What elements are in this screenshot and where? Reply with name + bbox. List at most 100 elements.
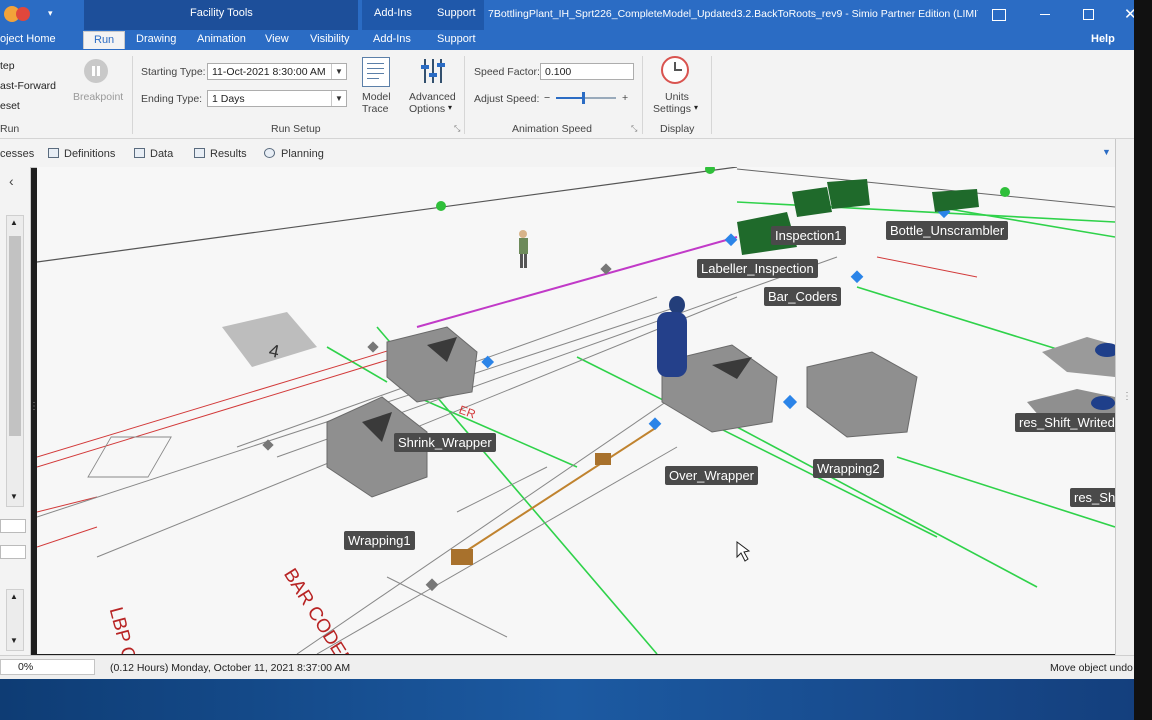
node xyxy=(436,201,446,211)
units-settings-icon[interactable] xyxy=(661,56,689,84)
library-panel: ‹ ▲ ▼ ▲ ▼ ⋮ xyxy=(0,167,39,655)
tab-run[interactable]: Run xyxy=(83,31,126,49)
speed-slider-thumb[interactable] xyxy=(582,92,585,104)
collapse-panel-icon[interactable]: ‹ xyxy=(9,173,14,189)
adjust-speed-label: Adjust Speed: xyxy=(474,93,540,105)
label-wrapping2[interactable]: Wrapping2 xyxy=(813,459,884,478)
reset-button[interactable]: eset xyxy=(0,100,20,112)
fast-forward-button[interactable]: ast-Forward xyxy=(0,80,56,92)
tab-view[interactable]: View xyxy=(265,33,289,45)
tab-drawing[interactable]: Drawing xyxy=(136,33,176,45)
scrollbar-thumb[interactable] xyxy=(9,236,21,436)
quick-access-dropdown-icon[interactable]: ▾ xyxy=(48,8,53,19)
floor-path-lines xyxy=(37,256,838,654)
chevron-down-icon[interactable]: ▼ xyxy=(10,492,18,501)
desktop-taskbar xyxy=(0,679,1134,720)
worker-figure xyxy=(519,230,528,268)
tab-results[interactable]: Results xyxy=(210,148,247,160)
facility-3d-view[interactable]: 4 ER BAR CODER LBP C Inspection1 Bottle_… xyxy=(37,167,1115,654)
starting-type-value: 11-Oct-2021 8:30:00 AM xyxy=(212,66,326,78)
run-setup-group-label: Run Setup xyxy=(271,123,321,135)
restore-icon[interactable] xyxy=(1083,9,1094,20)
chevron-down-icon[interactable]: ▼ xyxy=(331,64,346,79)
chevron-down-icon[interactable]: ▾ xyxy=(694,103,698,112)
box-entity xyxy=(595,453,611,465)
label-bottle-unscrambler[interactable]: Bottle_Unscrambler xyxy=(886,221,1009,240)
window-title: 7BottlingPlant_IH_Sprt226_CompleteModel_… xyxy=(488,8,978,20)
tab-support[interactable]: Support xyxy=(437,33,476,45)
magenta-path xyxy=(416,236,738,328)
label-res-shift-writed[interactable]: res_Shift_Writed xyxy=(1015,413,1115,432)
ending-type-field[interactable]: 1 Days ▼ xyxy=(207,90,347,107)
tab-definitions[interactable]: Definitions xyxy=(64,148,115,160)
speed-factor-input[interactable]: 0.100 xyxy=(540,63,634,80)
ribbon-separator xyxy=(711,56,712,134)
screen-edge xyxy=(1134,0,1152,720)
tab-processes[interactable]: cesses xyxy=(0,148,34,160)
chevron-up-icon[interactable]: ▲ xyxy=(10,218,18,227)
status-hint: Move object undo xyxy=(1050,662,1133,674)
advanced-options-icon[interactable] xyxy=(418,57,446,85)
chevron-down-icon[interactable]: ▼ xyxy=(10,636,18,645)
dialog-launcher-icon[interactable]: ⤡ xyxy=(631,124,637,134)
label-shrink-wrapper[interactable]: Shrink_Wrapper xyxy=(394,433,496,452)
tab-animation[interactable]: Animation xyxy=(197,33,246,45)
starting-type-label: Starting Type: xyxy=(141,66,206,78)
run-group-label: Run xyxy=(0,123,20,135)
panel-item[interactable] xyxy=(0,545,26,559)
label-over-wrapper[interactable]: Over_Wrapper xyxy=(665,466,759,485)
advanced-options-label-2[interactable]: Options xyxy=(409,103,445,115)
mouse-cursor-icon xyxy=(736,541,751,562)
tab-visibility[interactable]: Visibility xyxy=(310,33,350,45)
label-wrapping1[interactable]: Wrapping1 xyxy=(344,531,415,550)
display-group-label: Display xyxy=(660,123,695,135)
label-inspection1[interactable]: Inspection1 xyxy=(771,226,846,245)
label-labeller-inspection[interactable]: Labeller_Inspection xyxy=(697,259,818,278)
breakpoint-button[interactable]: Breakpoint xyxy=(73,91,123,103)
stop-icon[interactable] xyxy=(16,7,30,21)
ending-type-label: Ending Type: xyxy=(141,93,203,105)
speed-slider-track[interactable] xyxy=(556,92,616,104)
planning-icon xyxy=(264,148,275,158)
units-label-2[interactable]: Settings xyxy=(653,103,691,115)
tab-data[interactable]: Data xyxy=(150,148,173,160)
ribbon-separator xyxy=(642,56,643,134)
breakpoint-icon[interactable] xyxy=(84,59,108,83)
starting-type-field[interactable]: 11-Oct-2021 8:30:00 AM ▼ xyxy=(207,63,347,80)
model-trace-icon[interactable] xyxy=(362,57,390,87)
speed-plus-button[interactable]: + xyxy=(622,92,628,104)
units-label-1[interactable]: Units xyxy=(665,91,689,103)
progress-box: 0% xyxy=(0,659,95,675)
chevron-down-icon[interactable]: ▾ xyxy=(448,103,452,112)
chevron-down-icon[interactable]: ▼ xyxy=(331,91,346,106)
minimize-icon[interactable] xyxy=(1040,14,1050,15)
ending-type-value: 1 Days xyxy=(212,93,245,105)
panel-scrollbar[interactable]: ▲ ▼ xyxy=(6,589,24,651)
panel-scrollbar[interactable]: ▲ ▼ xyxy=(6,215,24,507)
ribbon-display-options-icon[interactable] xyxy=(992,9,1006,21)
splitter-grip-icon[interactable]: ⋮ xyxy=(1122,391,1132,402)
grey-nodes xyxy=(262,263,612,592)
panel-item[interactable] xyxy=(0,519,26,533)
machine-block xyxy=(386,326,478,403)
tab-project-home[interactable]: oject Home xyxy=(0,33,56,45)
model-trace-label-1[interactable]: Model xyxy=(362,91,391,103)
label-res-sh[interactable]: res_Sh xyxy=(1070,488,1115,507)
model-trace-label-2[interactable]: Trace xyxy=(362,103,388,115)
chevron-down-icon[interactable]: ▼ xyxy=(1102,147,1111,157)
help-link[interactable]: Help xyxy=(1091,33,1115,45)
right-panel-edge: ⋮ xyxy=(1115,139,1135,655)
floor-boundary-line xyxy=(37,167,738,263)
tab-add-ins[interactable]: Add-Ins xyxy=(373,33,411,45)
step-button[interactable]: tep xyxy=(0,60,15,72)
chevron-up-icon[interactable]: ▲ xyxy=(10,592,18,601)
speed-factor-label: Speed Factor: xyxy=(474,66,540,78)
tab-planning[interactable]: Planning xyxy=(281,148,324,160)
dialog-launcher-icon[interactable]: ⤡ xyxy=(454,124,460,134)
data-table-icon xyxy=(134,148,145,158)
ribbon-separator xyxy=(464,56,465,134)
speed-minus-button[interactable]: − xyxy=(544,92,550,104)
label-bar-coders[interactable]: Bar_Coders xyxy=(764,287,842,306)
context-group-title: Facility Tools xyxy=(190,7,253,19)
advanced-options-label-1[interactable]: Advanced xyxy=(409,91,456,103)
